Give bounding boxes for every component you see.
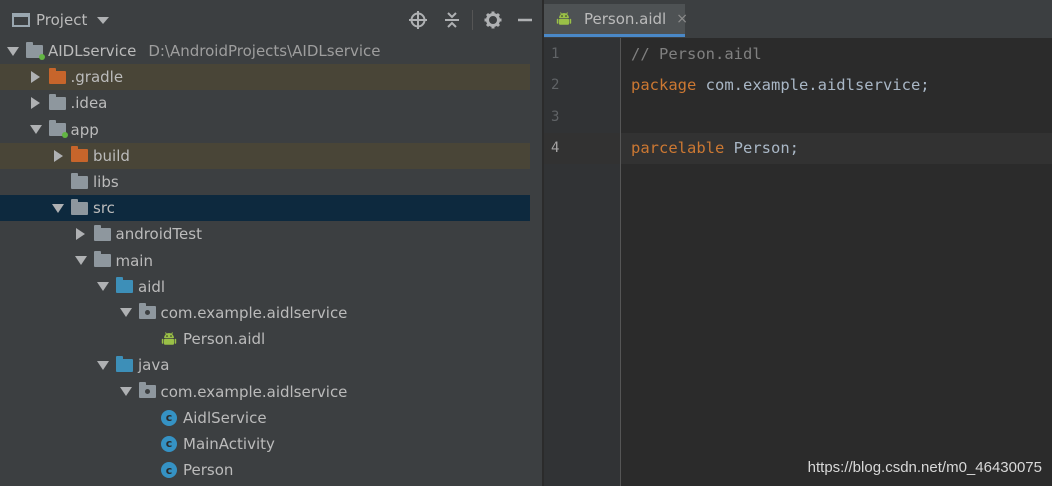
module-folder-icon (26, 41, 45, 60)
tree-item-label: build (93, 146, 130, 165)
tree-item-label: aidl (138, 277, 166, 296)
line-number: 2 (551, 77, 560, 93)
tree-item-label: MainActivity (183, 434, 275, 453)
locate-icon[interactable] (408, 10, 428, 30)
tree-item[interactable]: AIDLservice D:\AndroidProjects\AIDLservic… (0, 38, 530, 64)
class-icon: c (161, 409, 177, 426)
expand-right-icon[interactable] (29, 96, 43, 110)
folder-icon (71, 198, 88, 215)
code-token: com.example.aidlservice; (696, 76, 930, 94)
source-folder-icon (116, 277, 133, 294)
tree-item-label: AidlService (183, 408, 267, 427)
line-number: 1 (551, 46, 560, 62)
code-line: package com.example.aidlservice; (631, 76, 930, 94)
close-icon[interactable]: × (676, 11, 688, 27)
chevron-down-icon (97, 16, 110, 24)
keyword-token: package (631, 76, 697, 94)
tree-item[interactable]: com.example.aidlservice (0, 378, 530, 404)
expand-down-icon[interactable] (6, 44, 20, 58)
tree-item-label: Person.aidl (183, 330, 266, 349)
tree-item[interactable]: androidTest (0, 221, 530, 247)
line-number: 4 (551, 140, 560, 156)
tree-item-label: libs (93, 173, 119, 192)
android-icon (161, 331, 177, 347)
expand-right-icon[interactable] (51, 149, 65, 163)
tree-item[interactable]: c MainActivity (0, 431, 530, 457)
tree-item-label: androidTest (115, 225, 202, 244)
tab-person-aidl[interactable]: Person.aidl × (544, 4, 688, 34)
folder-icon (93, 224, 111, 241)
line-number: 3 (551, 109, 560, 125)
expand-right-icon[interactable] (74, 227, 88, 241)
android-icon (556, 11, 572, 27)
tree-item[interactable]: src (0, 195, 530, 222)
editor-tab-bar: Person.aidl × (544, 0, 1052, 38)
comment-token: // Person.aidl (631, 45, 762, 63)
expand-down-icon[interactable] (29, 123, 43, 137)
hide-panel-icon[interactable] (515, 10, 535, 30)
class-icon: c (161, 435, 177, 452)
tree-item-label: .idea (70, 94, 108, 113)
expand-down-icon[interactable] (96, 280, 110, 294)
tree-item[interactable]: c AidlService (0, 405, 530, 431)
tree-item[interactable]: app (0, 117, 530, 143)
collapse-all-icon[interactable] (442, 10, 462, 30)
package-icon (138, 382, 156, 399)
project-panel-toolbar: Project (0, 0, 542, 38)
tree-item-label: AIDLservice (48, 42, 137, 61)
tree-item[interactable]: libs (0, 169, 530, 195)
project-window-icon (12, 13, 30, 27)
gutter-separator (620, 38, 621, 486)
tree-item-label: com.example.aidlservice (160, 303, 348, 322)
tree-item-label: .gradle (70, 68, 124, 87)
tree-item-label: src (93, 199, 115, 218)
expand-down-icon[interactable] (51, 201, 65, 215)
watermark: https://blog.csdn.net/m0_46430075 (807, 459, 1042, 476)
tree-item[interactable]: .idea (0, 90, 530, 116)
code-editor[interactable] (621, 38, 1052, 486)
code-line: // Person.aidl (631, 45, 762, 63)
excluded-folder-icon (71, 146, 88, 163)
tree-item[interactable]: build (0, 142, 530, 169)
panel-title: Project (36, 11, 88, 29)
expand-down-icon[interactable] (119, 385, 133, 399)
tree-item-label: com.example.aidlservice (160, 382, 348, 401)
module-folder-icon (48, 120, 68, 139)
expand-down-icon[interactable] (74, 254, 88, 268)
project-panel-scrollbar[interactable] (530, 38, 542, 486)
tree-item[interactable]: java (0, 352, 530, 378)
folder-icon (71, 172, 88, 189)
code-token: Person; (724, 139, 799, 157)
tree-item[interactable]: Person.aidl (0, 326, 530, 352)
project-view-selector[interactable]: Project (12, 9, 110, 31)
tree-item-label: main (115, 251, 153, 270)
project-path: D:\AndroidProjects\AIDLservice (148, 42, 381, 61)
tree-item[interactable]: c Person (0, 457, 530, 483)
tree-item-label: java (138, 356, 170, 375)
code-line: parcelable Person; (631, 139, 799, 157)
tree-item-label: Person (183, 461, 234, 480)
tree-item[interactable]: main (0, 248, 530, 274)
toolbar-divider (472, 10, 473, 30)
gear-icon[interactable] (483, 10, 503, 30)
class-icon: c (161, 462, 177, 479)
tree-item[interactable]: aidl (0, 274, 530, 300)
tab-label: Person.aidl (584, 10, 667, 28)
expand-down-icon[interactable] (96, 358, 110, 372)
folder-icon (48, 93, 66, 110)
tree-item[interactable]: com.example.aidlservice (0, 300, 530, 326)
package-icon (138, 303, 156, 320)
expand-down-icon[interactable] (119, 306, 133, 320)
active-tab-indicator (544, 34, 685, 37)
tree-item-label: app (70, 120, 99, 139)
editor-gutter (544, 38, 620, 486)
excluded-folder-icon (48, 67, 66, 84)
expand-right-icon[interactable] (29, 70, 43, 84)
source-folder-icon (116, 355, 133, 372)
project-tree: AIDLservice D:\AndroidProjects\AIDLservic… (0, 38, 530, 483)
folder-icon (93, 251, 111, 268)
keyword-token: parcelable (631, 139, 725, 157)
tree-item[interactable]: .gradle (0, 64, 530, 91)
